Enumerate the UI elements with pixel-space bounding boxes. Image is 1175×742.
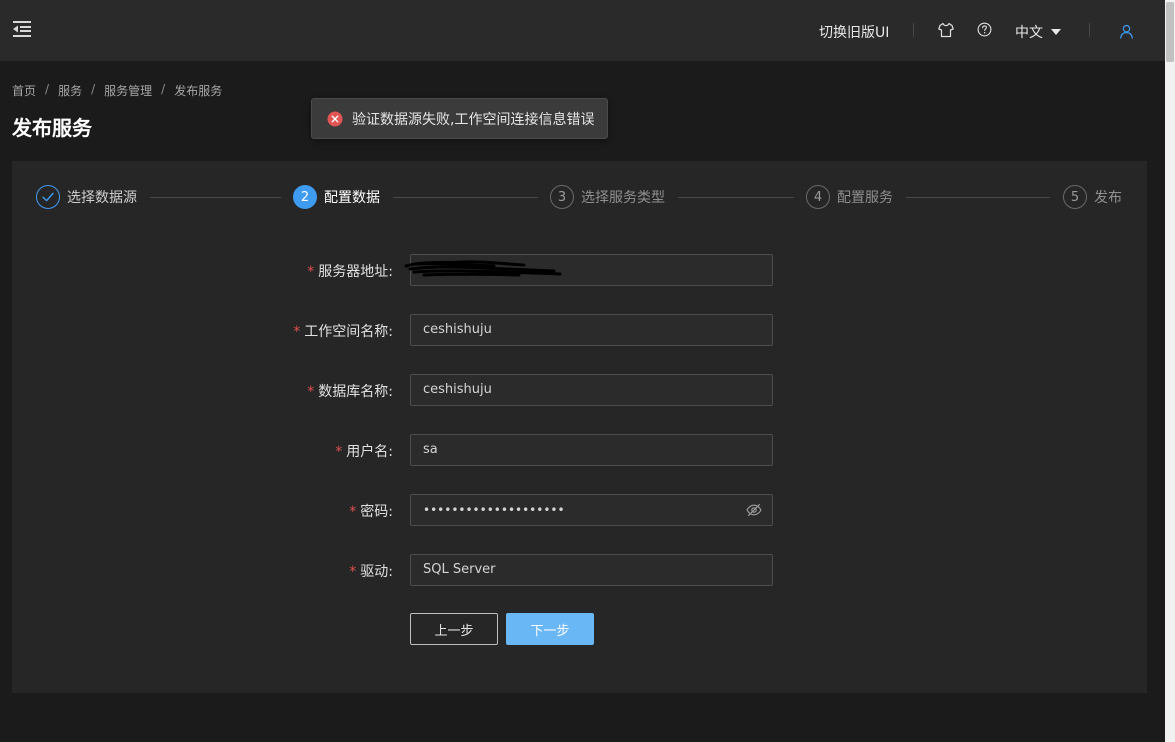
step-number: 5 (1063, 185, 1087, 209)
step-select-datasource: 选择数据源 (36, 185, 137, 209)
workspace-name-input[interactable]: ceshishuju (410, 314, 773, 346)
error-toast: 验证数据源失败,工作空间连接信息错误 (311, 98, 608, 139)
step-connector (393, 197, 538, 198)
menu-fold-icon[interactable] (12, 19, 32, 39)
breadcrumb-separator: / (45, 82, 50, 96)
username-input[interactable]: sa (410, 434, 773, 466)
publish-panel: 选择数据源 2 配置数据 3 选择服务类型 4 配置服务 5 发布 * 服务器地址… (12, 161, 1147, 693)
page-title: 发布服务 (12, 116, 92, 140)
username-label: * 用户名: (335, 444, 393, 460)
form-row-username: * 用户名: sa (12, 434, 812, 466)
tshirt-icon[interactable] (938, 22, 954, 38)
step-connector (906, 197, 1050, 198)
form-row-driver: * 驱动: SQL Server (12, 554, 812, 586)
driver-label: * 驱动: (349, 564, 393, 580)
switch-old-ui-link[interactable]: 切换旧版UI (819, 22, 889, 42)
step-label: 发布 (1094, 190, 1122, 206)
step-number: 4 (806, 185, 830, 209)
database-name-input[interactable]: ceshishuju (410, 374, 773, 406)
step-label: 配置服务 (837, 190, 893, 206)
eye-off-icon[interactable] (746, 503, 762, 517)
divider (1089, 23, 1090, 37)
language-label: 中文 (1015, 25, 1043, 41)
breadcrumb-separator: / (91, 82, 96, 96)
step-connector (150, 197, 281, 198)
breadcrumb-home[interactable]: 首页 (12, 82, 36, 99)
previous-step-button[interactable]: 上一步 (410, 613, 498, 645)
step-label: 选择服务类型 (581, 190, 665, 206)
step-label: 配置数据 (324, 190, 380, 206)
top-navbar: 切换旧版UI 中文 (0, 0, 1165, 61)
workspace-name-label: * 工作空间名称: (293, 324, 393, 340)
check-icon (42, 192, 54, 202)
scrollbar-thumb[interactable] (1166, 2, 1174, 62)
step-select-service-type: 3 选择服务类型 (550, 185, 665, 209)
steps: 选择数据源 2 配置数据 3 选择服务类型 4 配置服务 5 发布 (12, 161, 1147, 233)
driver-input[interactable]: SQL Server (410, 554, 773, 586)
redaction-scribble (404, 260, 562, 277)
step-label: 选择数据源 (67, 190, 137, 206)
step-configure-service: 4 配置服务 (806, 185, 893, 209)
user-icon[interactable] (1119, 24, 1134, 39)
breadcrumb-current: 发布服务 (174, 84, 223, 98)
password-input[interactable]: •••••••••••••••••••• (410, 494, 773, 526)
caret-down-icon (1051, 29, 1061, 35)
step-number: 3 (550, 185, 574, 209)
database-name-label: * 数据库名称: (307, 384, 393, 400)
password-value: •••••••••••••••••••• (423, 503, 565, 517)
form-row-database-name: * 数据库名称: ceshishuju (12, 374, 812, 406)
step-done-circle (36, 185, 60, 209)
next-step-button[interactable]: 下一步 (506, 613, 594, 645)
toast-message: 验证数据源失败,工作空间连接信息错误 (352, 111, 595, 128)
language-select[interactable]: 中文 (1015, 22, 1061, 42)
breadcrumb-separator: / (161, 82, 166, 96)
error-circle-icon (327, 111, 343, 126)
form-row-password: * 密码: •••••••••••••••••••• (12, 494, 812, 526)
password-label: * 密码: (349, 504, 393, 520)
breadcrumb-service-management[interactable]: 服务管理 (104, 82, 152, 99)
step-number: 2 (293, 185, 317, 209)
form-row-workspace-name: * 工作空间名称: ceshishuju (12, 314, 812, 346)
breadcrumb: 首页 / 服务 / 服务管理 / 发布服务 (12, 82, 222, 99)
divider (913, 23, 914, 37)
step-connector (678, 197, 794, 198)
step-publish: 5 发布 (1063, 185, 1122, 209)
breadcrumb-service[interactable]: 服务 (58, 82, 82, 99)
step-configure-data: 2 配置数据 (293, 185, 380, 209)
scrollbar[interactable] (1165, 0, 1175, 742)
server-address-label: * 服务器地址: (307, 264, 393, 280)
help-icon[interactable] (977, 22, 992, 37)
